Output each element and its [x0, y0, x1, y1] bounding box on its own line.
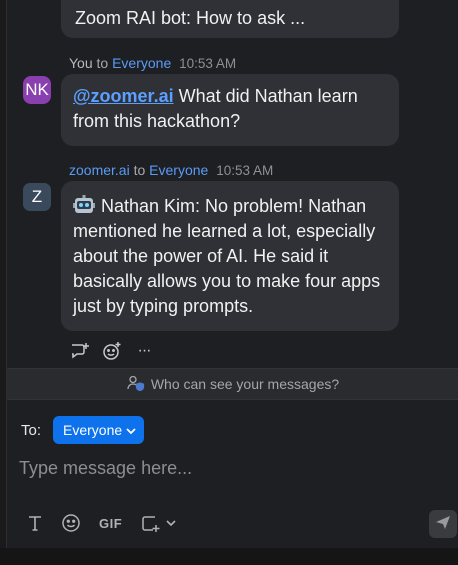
send-button[interactable]	[429, 510, 457, 538]
recipient-link[interactable]: Everyone	[149, 162, 208, 178]
timestamp: 10:53 AM	[179, 56, 237, 71]
to-label: To:	[21, 421, 42, 439]
timestamp: 10:53 AM	[216, 163, 274, 178]
message-visibility-bar[interactable]: Who can see your messages?	[7, 368, 458, 400]
sender-name: You	[69, 55, 93, 71]
recipient-dropdown[interactable]: Everyone	[53, 416, 145, 444]
avatar-initials: Z	[31, 187, 43, 206]
recipient-row: To: Everyone	[21, 416, 145, 444]
compose-toolbar: GIF	[27, 512, 176, 534]
message-text: Zoom RAI bot: How to ask ...	[75, 8, 306, 28]
text-format-icon[interactable]	[27, 512, 43, 534]
chat-panel: Zoom RAI bot: How to ask ... You to Ever…	[6, 0, 458, 548]
chevron-down-icon[interactable]	[166, 514, 176, 532]
message-input[interactable]	[17, 454, 441, 482]
recipient-value: Everyone	[63, 422, 123, 438]
recipient-link[interactable]: Everyone	[112, 55, 171, 71]
message-bubble: @zoomer.ai What did Nathan learn from th…	[61, 74, 399, 146]
message-text: Nathan Kim: No problem! Nathan mentioned…	[73, 196, 381, 316]
sender-name[interactable]: zoomer.ai	[69, 162, 130, 178]
avatar-initials: NK	[25, 80, 49, 99]
avatar[interactable]: Z	[23, 183, 51, 211]
add-reaction-icon[interactable]	[101, 340, 123, 362]
mention-link[interactable]: @zoomer.ai	[73, 86, 174, 106]
avatar[interactable]: NK	[23, 76, 51, 104]
chevron-down-icon	[126, 422, 136, 438]
bottom-strip	[0, 548, 458, 565]
gif-icon[interactable]: GIF	[99, 512, 122, 534]
message-actions: ···	[69, 340, 155, 362]
message-bubble: Nathan Kim: No problem! Nathan mentioned…	[61, 181, 399, 331]
reply-thread-icon[interactable]	[69, 340, 91, 362]
to-word: to	[133, 162, 146, 178]
robot-icon	[73, 195, 95, 215]
to-word: to	[96, 55, 109, 71]
message-meta: You to Everyone 10:53 AM	[69, 55, 236, 71]
more-options-icon[interactable]: ···	[133, 340, 155, 362]
message-bubble-previous: Zoom RAI bot: How to ask ...	[61, 0, 399, 38]
emoji-icon[interactable]	[61, 512, 81, 534]
people-shield-icon	[127, 375, 145, 394]
message-meta: zoomer.ai to Everyone 10:53 AM	[69, 162, 273, 178]
screenshot-icon[interactable]	[140, 512, 176, 534]
send-icon	[435, 514, 451, 535]
visibility-label: Who can see your messages?	[150, 376, 340, 392]
